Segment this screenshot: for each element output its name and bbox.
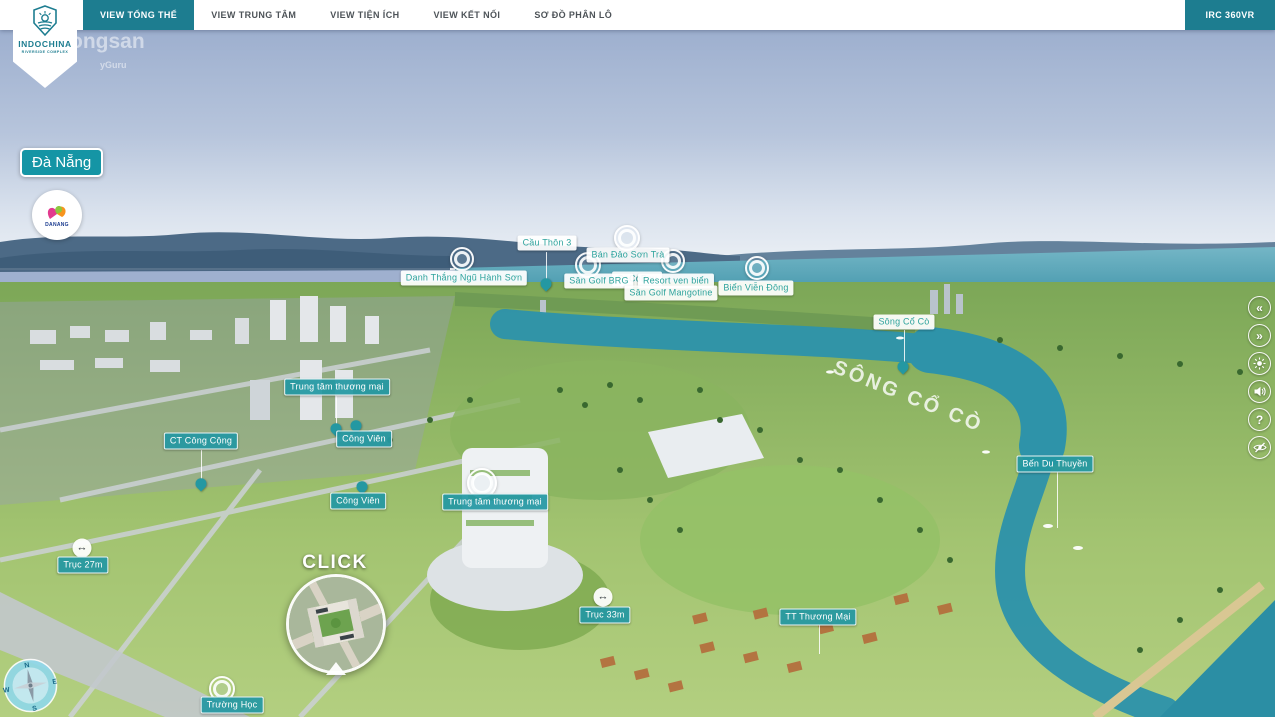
hotspot-label[interactable]: Trung tâm thương mại	[284, 379, 390, 396]
click-thumbnail[interactable]	[286, 574, 386, 674]
viewer-toolbar: « » ?	[1248, 296, 1271, 459]
hotspot-connector-line	[201, 450, 202, 480]
hotspot-label[interactable]: Bán Đảo Sơn Trà	[587, 248, 670, 263]
danang-tourism-logo: DANANG	[32, 190, 82, 240]
panorama-scene[interactable]	[0, 0, 1275, 717]
hotspot-label[interactable]: Trường Học	[201, 697, 264, 714]
hotspot-label[interactable]: Công Viên	[330, 493, 386, 510]
help-icon[interactable]: ?	[1248, 408, 1271, 431]
tab-view-ket-noi[interactable]: VIEW KẾT NỐI	[417, 0, 518, 30]
top-navbar: VIEW TỔNG THỂ VIEW TRUNG TÂM VIEW TIỆN Í…	[0, 0, 1275, 30]
hotspot-label[interactable]: Sông Cổ Cò	[873, 315, 934, 330]
hotspot-label[interactable]: CT Công Cộng	[164, 433, 238, 450]
city-badge-danang[interactable]: Đà Nẵng	[20, 148, 103, 177]
hotspot-connector-line	[1057, 472, 1058, 528]
sun-icon[interactable]	[1248, 352, 1271, 375]
hotspot-connector-line	[904, 330, 905, 362]
hotspot-label[interactable]: Biển Viễn Đông	[718, 281, 793, 296]
danang-logo-text: DANANG	[45, 222, 69, 228]
hotspot-label[interactable]: Sân Golf Mangotine	[624, 286, 717, 301]
logo-subtitle: RIVERSIDE COMPLEX	[22, 50, 69, 54]
hotspot-label[interactable]: Trung tâm thương mại	[442, 494, 548, 511]
tab-view-tong-the[interactable]: VIEW TỔNG THỂ	[83, 0, 194, 30]
hotspot-label[interactable]: Danh Thắng Ngũ Hành Sơn	[401, 271, 527, 286]
tab-view-tien-ich[interactable]: VIEW TIỆN ÍCH	[313, 0, 416, 30]
eye-off-icon[interactable]	[1248, 436, 1271, 459]
viewer-stage: com.vn ongsan yGuru SÔNG CỔ CÒ Đà Nẵng D…	[0, 0, 1275, 717]
hotspot-label[interactable]: Bến Du Thuyền	[1017, 456, 1094, 473]
watermark-text: ongsan	[70, 30, 145, 54]
hotspot-connector-line	[546, 252, 547, 280]
speaker-icon[interactable]	[1248, 380, 1271, 403]
hotspot-ring-marker[interactable]	[745, 256, 769, 280]
chevrons-right-icon[interactable]: »	[1248, 324, 1271, 347]
hotspot-label[interactable]: Công Viên	[336, 431, 392, 448]
compass-east-label: E	[52, 678, 58, 686]
thumbnail-aerial-preview	[289, 577, 383, 671]
lotus-sun-emblem-icon	[29, 5, 61, 37]
tab-view-trung-tam[interactable]: VIEW TRUNG TÂM	[194, 0, 313, 30]
hotspot-label[interactable]: TT Thương Mại	[779, 609, 856, 626]
click-callout-label: CLICK	[302, 552, 368, 574]
road-width-arrows-icon[interactable]: ↔	[73, 539, 92, 558]
hotspot-label[interactable]: Trục 27m	[57, 557, 108, 574]
compass[interactable]: N S W E	[2, 657, 59, 714]
tab-so-do-phan-lo[interactable]: SƠ ĐỒ PHÂN LÔ	[517, 0, 629, 30]
hotspot-label[interactable]: Sân Golf BRG	[564, 274, 633, 289]
road-width-arrows-icon[interactable]: ↔	[594, 588, 613, 607]
click-arrow-up-icon	[326, 662, 346, 675]
hotspot-connector-line	[336, 396, 337, 426]
logo-title: INDOCHINA	[18, 39, 72, 49]
chevrons-left-icon[interactable]: «	[1248, 296, 1271, 319]
irc-360vr-button[interactable]: IRC 360VR	[1185, 0, 1275, 30]
hotspot-label[interactable]: Trục 33m	[579, 607, 630, 624]
danang-heart-icon	[44, 203, 70, 223]
hotspot-label[interactable]: Cầu Thôn 3	[518, 236, 577, 251]
hotspot-ring-marker[interactable]	[450, 247, 474, 271]
hotspot-connector-line	[819, 625, 820, 654]
watermark-text: yGuru	[100, 60, 127, 70]
